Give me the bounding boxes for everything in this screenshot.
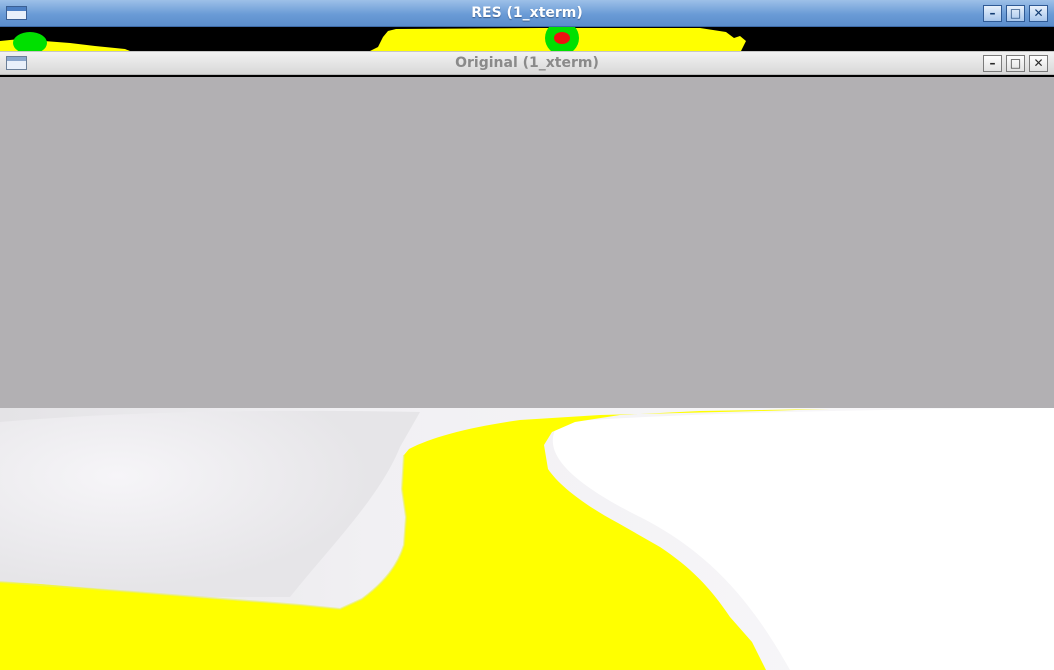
res-window-title: RES (1_xterm) xyxy=(471,5,583,21)
minimize-button[interactable]: – xyxy=(983,4,1002,22)
close-button[interactable]: ✕ xyxy=(1029,4,1048,22)
original-image-svg xyxy=(0,77,1054,670)
maximize-button[interactable]: □ xyxy=(1006,54,1025,72)
minimize-button[interactable]: – xyxy=(983,54,1002,72)
res-image xyxy=(0,27,1054,51)
detected-blob-left-marker xyxy=(13,32,47,51)
res-window: RES (1_xterm) – □ ✕ xyxy=(0,0,1054,52)
sky-area xyxy=(0,77,1054,410)
original-window-title: Original (1_xterm) xyxy=(455,55,599,71)
res-image-svg xyxy=(0,27,746,51)
original-titlebar[interactable]: Original (1_xterm) – □ ✕ xyxy=(0,51,1054,75)
res-window-controls: – □ ✕ xyxy=(983,4,1048,22)
original-image xyxy=(0,77,1054,670)
res-titlebar[interactable]: RES (1_xterm) – □ ✕ xyxy=(0,0,1054,27)
maximize-button[interactable]: □ xyxy=(1006,4,1025,22)
close-button[interactable]: ✕ xyxy=(1029,54,1048,72)
centroid-marker-inner xyxy=(554,32,570,44)
original-window-controls: – □ ✕ xyxy=(983,54,1048,72)
